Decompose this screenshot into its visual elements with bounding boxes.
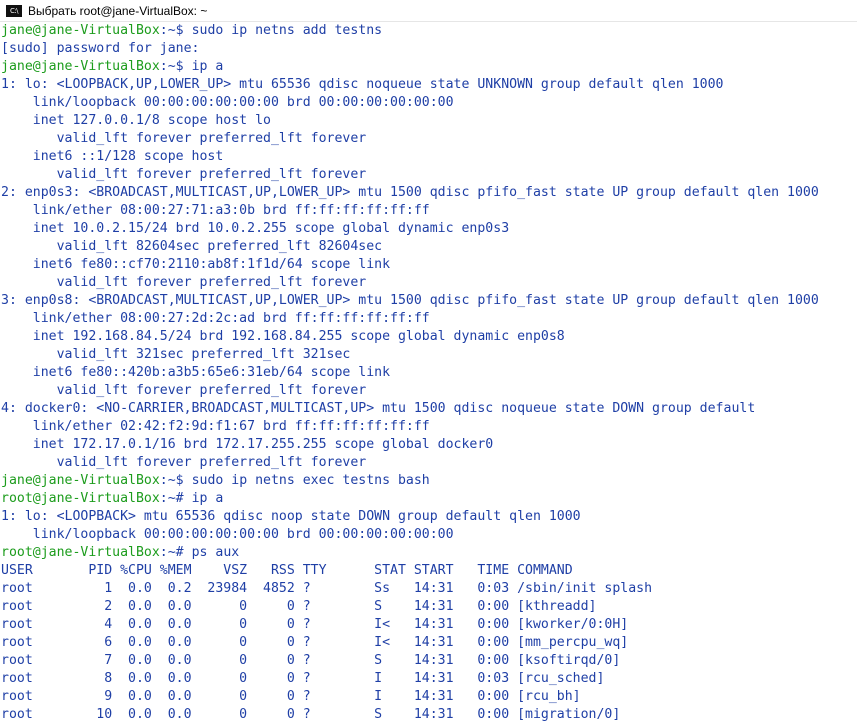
output-line: inet6 fe80::cf70:2110:ab8f:1f1d/64 scope… [1,257,391,272]
output-line: valid_lft forever preferred_lft forever [1,167,367,182]
output-line: root 9 0.0 0.0 0 0 ? I 14:31 0:00 [rcu_b… [1,689,581,704]
command-text: sudo ip netns exec testns bash [191,473,430,488]
prompt-line: root@jane-VirtualBox:~# ps aux [0,544,857,562]
window-title: Выбрать root@jane-VirtualBox: ~ [28,3,208,18]
output-line: link/ether 02:42:f2:9d:f1:67 brd ff:ff:f… [1,419,430,434]
output-line: root 7 0.0 0.0 0 0 ? S 14:31 0:00 [ksoft… [1,653,621,668]
output-line: valid_lft 82604sec preferred_lft 82604se… [1,239,383,254]
output-line: inet 172.17.0.1/16 brd 172.17.255.255 sc… [1,437,494,452]
output-line: link/loopback 00:00:00:00:00:00 brd 00:0… [1,95,454,110]
terminal-output[interactable]: jane@jane-VirtualBox:~$ sudo ip netns ad… [0,22,857,727]
output-line: link/ether 08:00:27:71:a3:0b brd ff:ff:f… [1,203,430,218]
output-line: root 6 0.0 0.0 0 0 ? I< 14:31 0:00 [mm_p… [1,635,629,650]
prompt-user-host: root@jane-VirtualBox [1,491,160,506]
window-titlebar[interactable]: C:\ Выбрать root@jane-VirtualBox: ~ [0,0,857,22]
prompt-line: jane@jane-VirtualBox:~$ ip a [0,58,857,76]
console-icon: C:\ [6,4,22,17]
output-line: valid_lft forever preferred_lft forever [1,275,367,290]
output-line: valid_lft 321sec preferred_lft 321sec [1,347,351,362]
prompt-line: root@jane-VirtualBox:~# ip a [0,490,857,508]
output-line: root 10 0.0 0.0 0 0 ? S 14:31 0:00 [migr… [1,707,621,722]
output-line: link/ether 08:00:27:2d:2c:ad brd ff:ff:f… [1,311,430,326]
output-line: valid_lft forever preferred_lft forever [1,383,367,398]
output-line: 1: lo: <LOOPBACK,UP,LOWER_UP> mtu 65536 … [1,77,724,92]
output-line: inet 127.0.0.1/8 scope host lo [1,113,271,128]
output-line: 3: enp0s8: <BROADCAST,MULTICAST,UP,LOWER… [1,293,819,308]
output-line: root 8 0.0 0.0 0 0 ? I 14:31 0:03 [rcu_s… [1,671,605,686]
prompt-path: :~# [159,545,192,560]
prompt-path: :~$ [159,59,192,74]
output-line: 4: docker0: <NO-CARRIER,BROADCAST,MULTIC… [1,401,756,416]
command-text: sudo ip netns add testns [191,23,383,38]
output-line: [sudo] password for jane: [1,41,200,56]
output-line: inet6 fe80::420b:a3b5:65e6:31eb/64 scope… [1,365,391,380]
prompt-user-host: jane@jane-VirtualBox [1,59,160,74]
output-line: root 4 0.0 0.0 0 0 ? I< 14:31 0:00 [kwor… [1,617,629,632]
output-line: inet6 ::1/128 scope host [1,149,224,164]
output-line: inet 10.0.2.15/24 brd 10.0.2.255 scope g… [1,221,510,236]
command-text: ps aux [191,545,240,560]
output-line: inet 192.168.84.5/24 brd 192.168.84.255 … [1,329,565,344]
output-line: root 2 0.0 0.0 0 0 ? S 14:31 0:00 [kthre… [1,599,597,614]
output-line: USER PID %CPU %MEM VSZ RSS TTY STAT STAR… [1,563,573,578]
output-line: valid_lft forever preferred_lft forever [1,131,367,146]
output-line: root 1 0.0 0.2 23984 4852 ? Ss 14:31 0:0… [1,581,653,596]
prompt-path: :~$ [159,23,192,38]
command-text: ip a [191,59,224,74]
output-line: valid_lft forever preferred_lft forever [1,455,367,470]
prompt-user-host: jane@jane-VirtualBox [1,473,160,488]
prompt-user-host: root@jane-VirtualBox [1,545,160,560]
prompt-user-host: jane@jane-VirtualBox [1,23,160,38]
command-text: ip a [191,491,224,506]
output-line: 1: lo: <LOOPBACK> mtu 65536 qdisc noop s… [1,509,581,524]
prompt-line: jane@jane-VirtualBox:~$ sudo ip netns ex… [0,472,857,490]
prompt-path: :~# [159,491,192,506]
prompt-path: :~$ [159,473,192,488]
output-line: 2: enp0s3: <BROADCAST,MULTICAST,UP,LOWER… [1,185,819,200]
output-line: link/loopback 00:00:00:00:00:00 brd 00:0… [1,527,454,542]
prompt-line: jane@jane-VirtualBox:~$ sudo ip netns ad… [0,22,857,40]
